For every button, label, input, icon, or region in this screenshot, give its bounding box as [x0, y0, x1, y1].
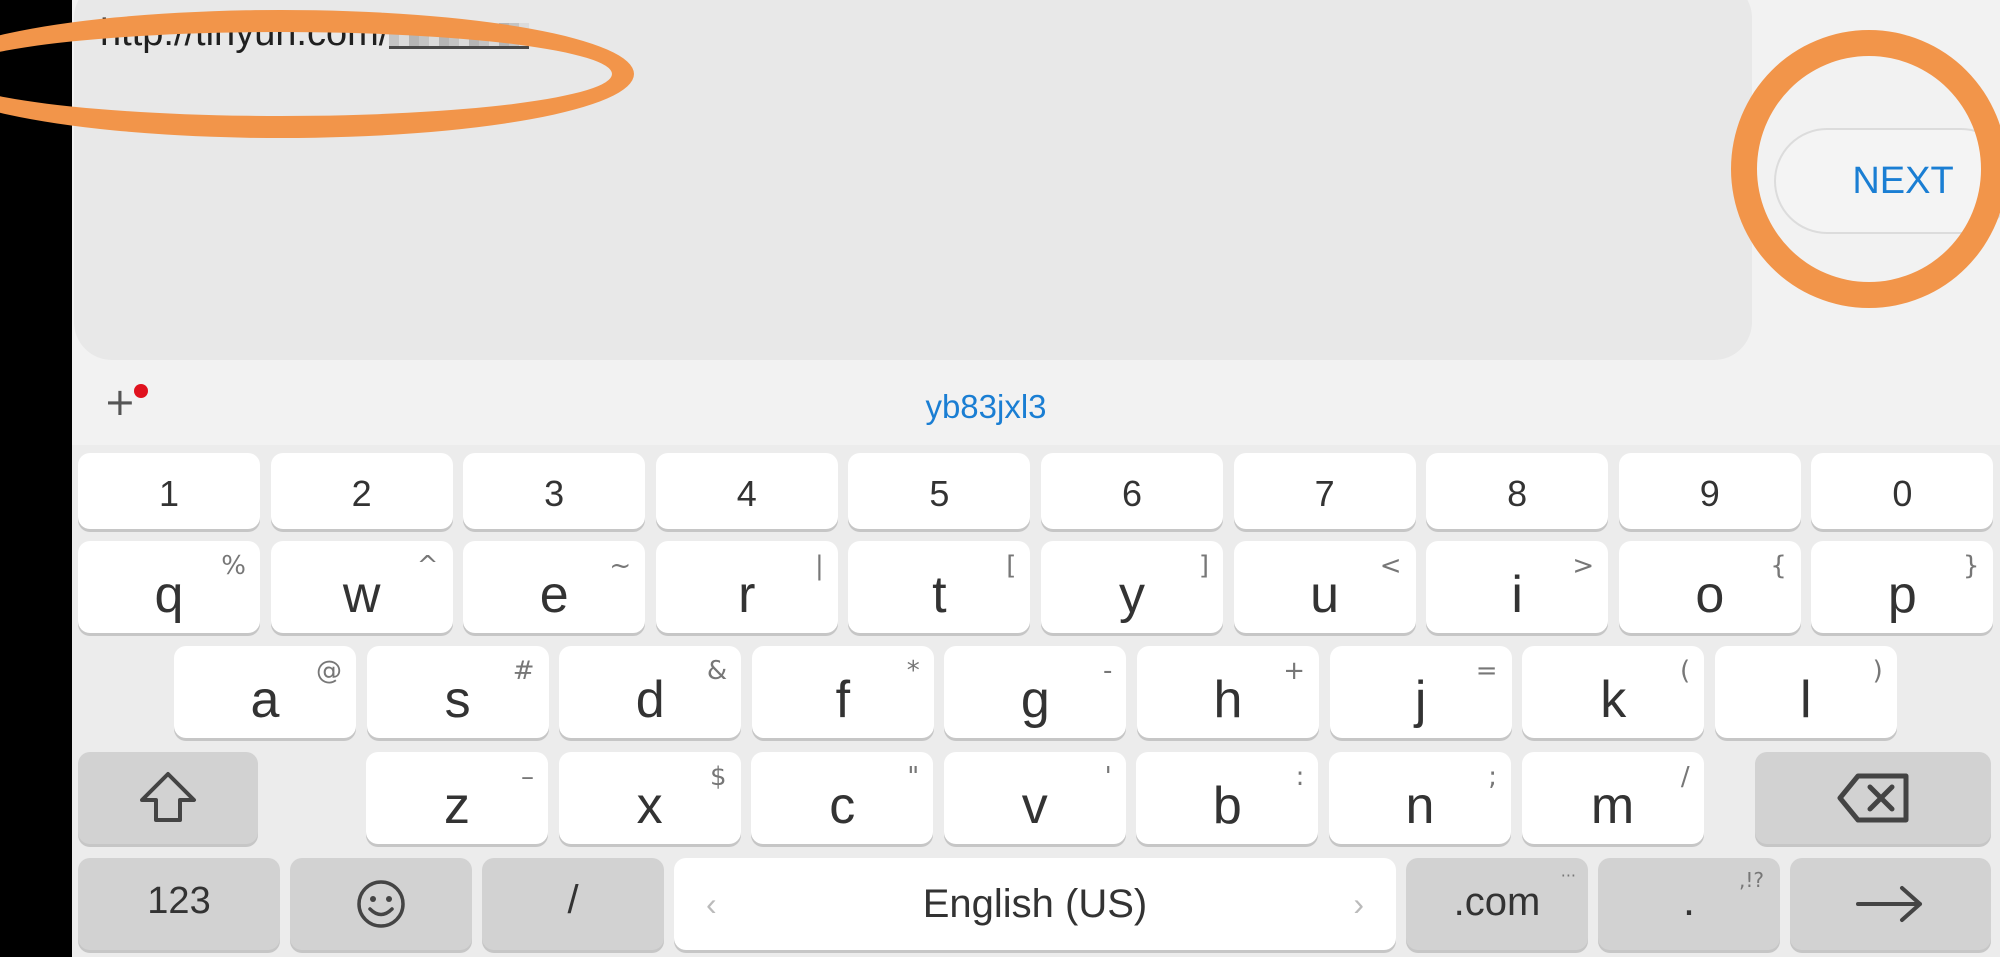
space-language-label: English (US)	[922, 882, 1148, 926]
key-r[interactable]: r |	[655, 541, 838, 633]
language-right-icon: ›	[1353, 886, 1364, 922]
key-y[interactable]: y]	[1041, 541, 1223, 633]
key-8[interactable]: 8	[1426, 453, 1609, 529]
key-3[interactable]: 3	[463, 453, 646, 529]
key-7[interactable]: 7	[1233, 453, 1416, 529]
key-g[interactable]: g-	[944, 646, 1127, 738]
key-d[interactable]: d &	[559, 646, 742, 738]
key-c[interactable]: c "	[751, 752, 934, 844]
key-4[interactable]: 4	[655, 453, 838, 529]
period-key[interactable]: . ,!?	[1598, 858, 1780, 950]
key-v[interactable]: v '	[943, 752, 1126, 844]
key-a[interactable]: a @	[174, 646, 356, 738]
key-u[interactable]: u <	[1233, 541, 1416, 633]
word-suggestion[interactable]: yb83jxl3	[72, 388, 2000, 426]
shift-arrow-icon	[140, 772, 196, 822]
key-i[interactable]: i >	[1426, 541, 1609, 633]
enter-key[interactable]	[1790, 858, 1991, 950]
key-5[interactable]: 5	[848, 453, 1031, 529]
key-p[interactable]: p}	[1811, 541, 1994, 633]
key-m[interactable]: m /	[1521, 752, 1704, 844]
space-key[interactable]: ‹ English (US) ›	[674, 858, 1396, 950]
key-s[interactable]: s #	[366, 646, 549, 738]
screen: http://tinyurl.com/ NEXT + yb83jxl3 1234…	[72, 0, 2000, 957]
key-l[interactable]: l)	[1714, 646, 1897, 738]
key-0[interactable]: 0	[1811, 453, 1994, 529]
backspace-key[interactable]	[1755, 752, 1991, 844]
smiley-icon	[357, 880, 405, 928]
key-o[interactable]: o{	[1618, 541, 1801, 633]
suggestion-bar: + yb83jxl3	[72, 362, 2000, 442]
emoji-key[interactable]	[290, 858, 472, 950]
url-prefix: http://tinyurl.com/	[100, 12, 390, 54]
key-z[interactable]: z –	[366, 752, 548, 844]
dotcom-key[interactable]: .com ···	[1406, 858, 1588, 950]
key-n[interactable]: n;	[1329, 752, 1511, 844]
url-text-area[interactable]: http://tinyurl.com/	[74, 0, 1752, 360]
key-9[interactable]: 9	[1618, 453, 1801, 529]
key-q[interactable]: q%	[78, 541, 260, 633]
key-k[interactable]: k(	[1522, 646, 1705, 738]
key-e[interactable]: e ~	[463, 541, 646, 633]
symbols-key[interactable]: 123	[78, 858, 280, 950]
key-j[interactable]: j =	[1329, 646, 1512, 738]
next-button[interactable]: NEXT	[1774, 128, 2000, 234]
key-b[interactable]: b:	[1136, 752, 1319, 844]
right-arrow-icon	[1856, 886, 1922, 922]
key-h[interactable]: h +	[1137, 646, 1319, 738]
key-2[interactable]: 2	[270, 453, 453, 529]
backspace-icon	[1837, 773, 1909, 823]
shift-key[interactable]	[78, 752, 258, 844]
slash-key[interactable]: /	[482, 858, 664, 950]
url-text: http://tinyurl.com/	[100, 12, 530, 55]
key-w[interactable]: w ^	[270, 541, 453, 633]
key-1[interactable]: 1	[78, 453, 260, 529]
key-t[interactable]: t[	[848, 541, 1031, 633]
key-x[interactable]: x $	[558, 752, 741, 844]
key-f[interactable]: f *	[751, 646, 934, 738]
key-6[interactable]: 6	[1041, 453, 1223, 529]
keyboard: 1234567890 q% w ^ e ~ r | t[y] u < i > o{p} a @ s # d & f *…	[72, 445, 2000, 957]
url-redacted-part	[389, 23, 530, 49]
